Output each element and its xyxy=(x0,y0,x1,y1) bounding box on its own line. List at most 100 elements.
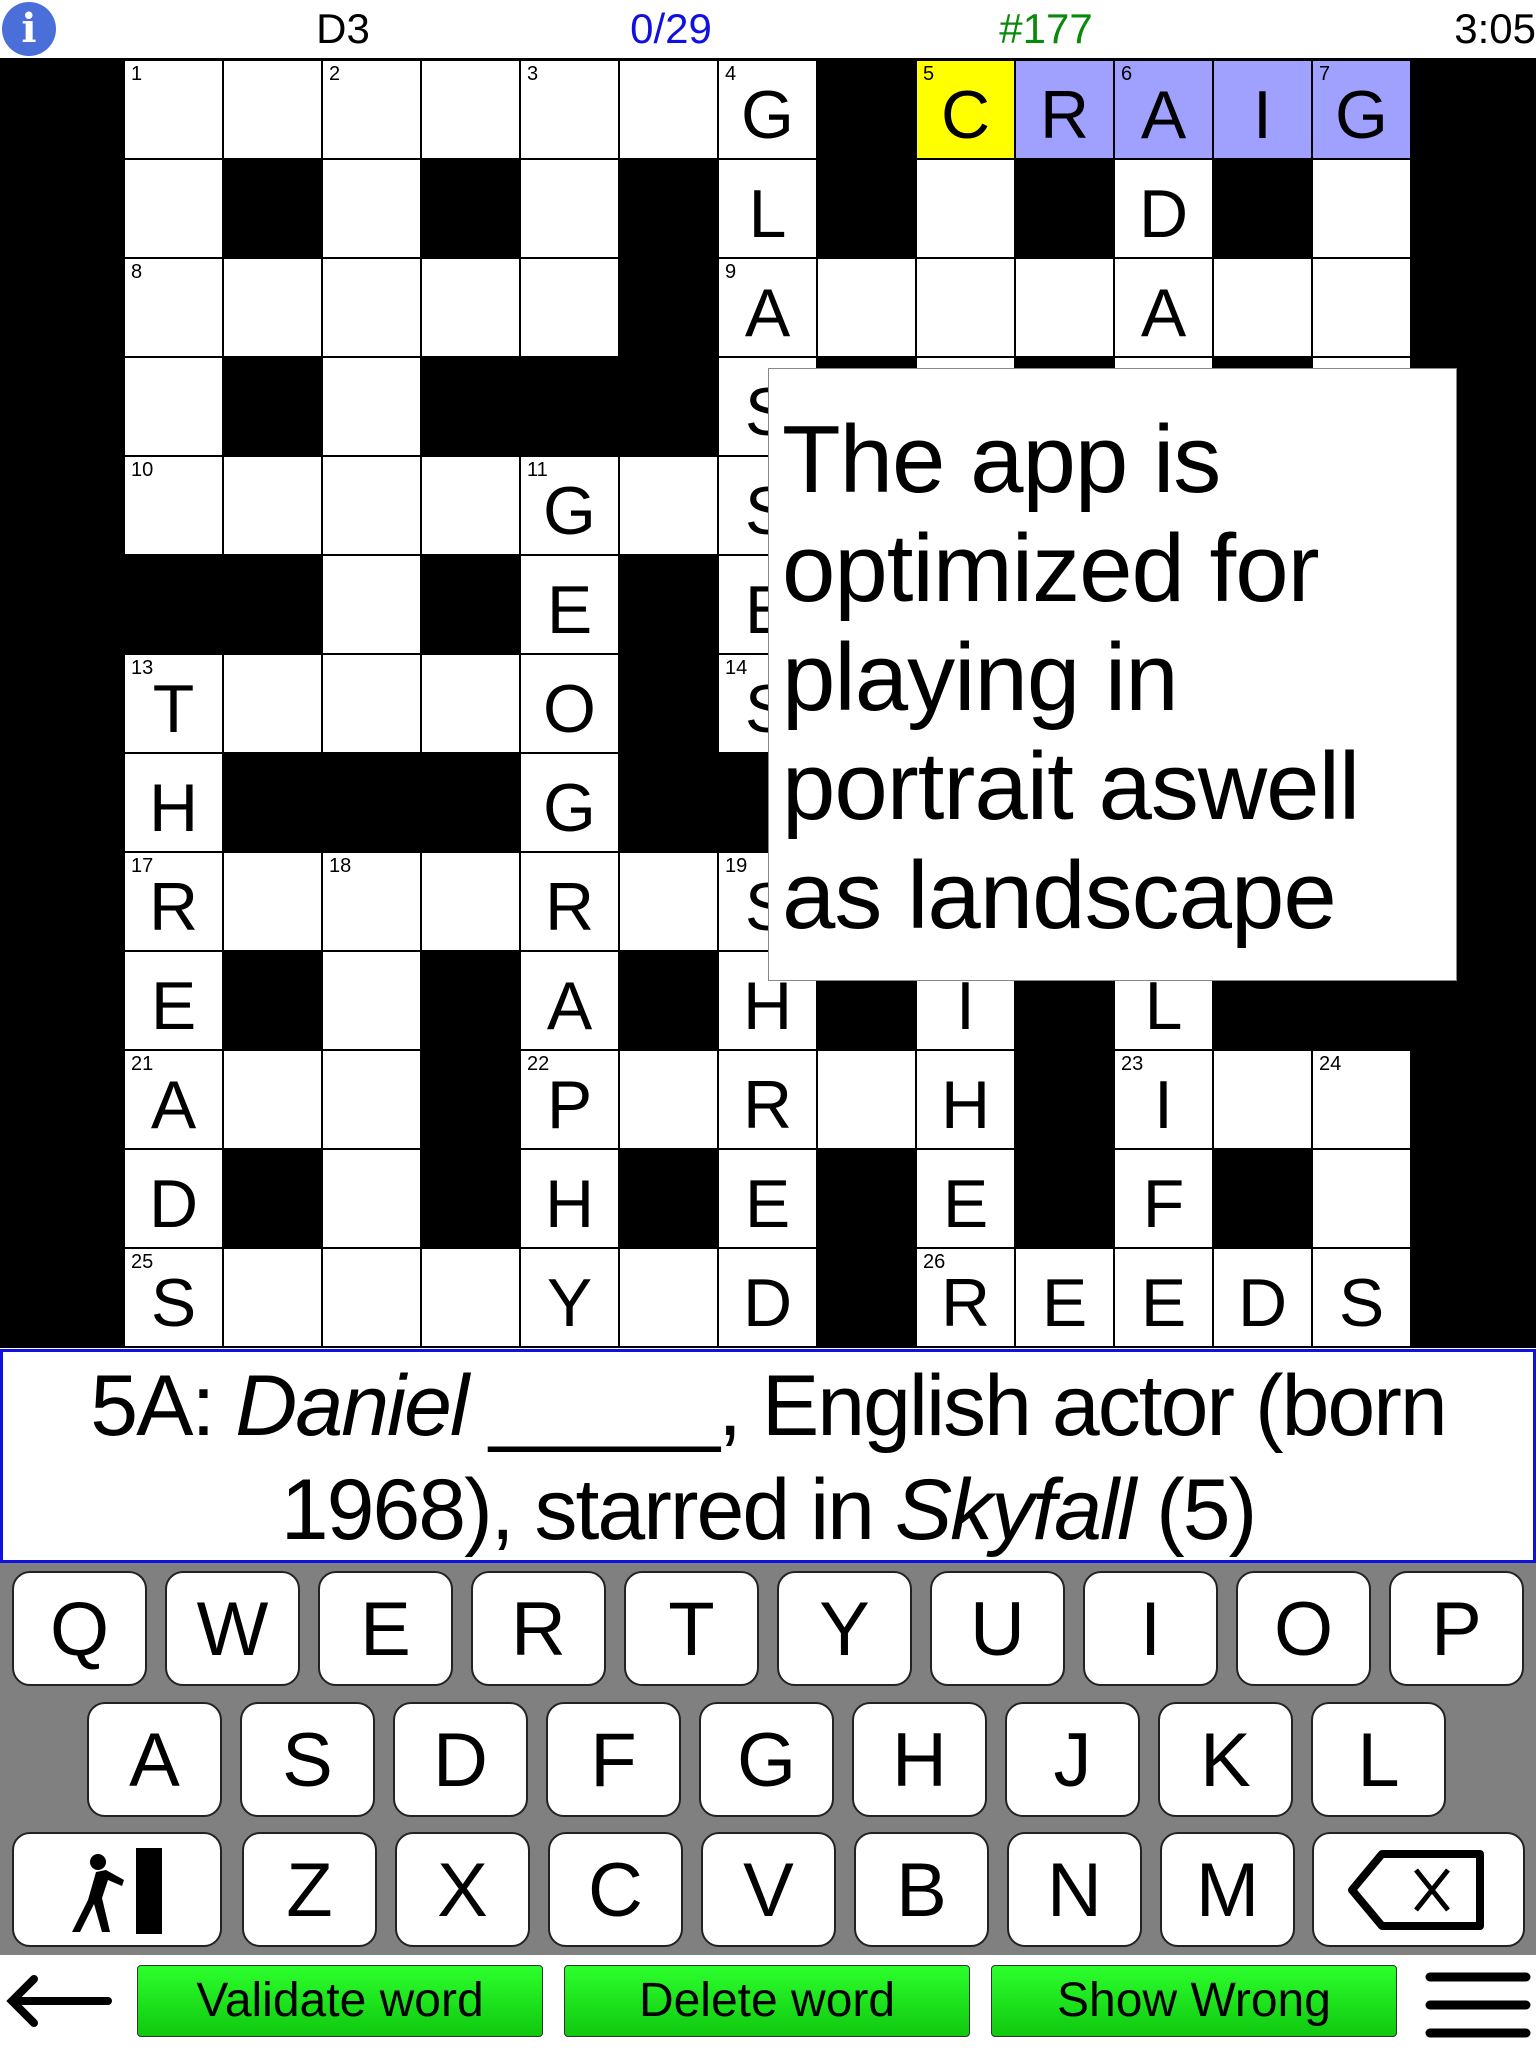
grid-cell[interactable] xyxy=(224,1051,321,1148)
key-o[interactable]: O xyxy=(1236,1571,1371,1686)
key-s[interactable]: S xyxy=(240,1702,375,1817)
grid-cell[interactable]: D xyxy=(1115,160,1212,257)
grid-cell[interactable]: 6A xyxy=(1115,61,1212,158)
key-c[interactable]: C xyxy=(548,1832,683,1947)
grid-cell[interactable]: E xyxy=(917,1150,1014,1247)
grid-cell[interactable] xyxy=(323,259,420,356)
key-d[interactable]: D xyxy=(393,1702,528,1817)
grid-cell[interactable]: D xyxy=(719,1249,816,1346)
grid-cell[interactable] xyxy=(620,61,717,158)
grid-cell[interactable] xyxy=(323,457,420,554)
key-h[interactable]: H xyxy=(852,1702,987,1817)
grid-cell[interactable] xyxy=(224,655,321,752)
grid-cell[interactable]: R xyxy=(521,853,618,950)
key-r[interactable]: R xyxy=(471,1571,606,1686)
key-v[interactable]: V xyxy=(701,1832,836,1947)
key-w[interactable]: W xyxy=(165,1571,300,1686)
grid-cell[interactable] xyxy=(917,160,1014,257)
key-m[interactable]: M xyxy=(1160,1832,1295,1947)
grid-cell[interactable] xyxy=(323,655,420,752)
grid-cell[interactable]: 24 xyxy=(1313,1051,1410,1148)
grid-cell[interactable] xyxy=(323,160,420,257)
key-b[interactable]: B xyxy=(854,1832,989,1947)
grid-cell[interactable] xyxy=(521,259,618,356)
grid-cell[interactable]: D xyxy=(1214,1249,1311,1346)
key-x[interactable]: X xyxy=(395,1832,530,1947)
grid-cell[interactable] xyxy=(1016,259,1113,356)
grid-cell[interactable] xyxy=(224,457,321,554)
grid-cell[interactable]: L xyxy=(719,160,816,257)
key-p[interactable]: P xyxy=(1389,1571,1524,1686)
grid-cell[interactable] xyxy=(1313,259,1410,356)
grid-cell[interactable]: 18 xyxy=(323,853,420,950)
grid-cell[interactable]: O xyxy=(521,655,618,752)
back-arrow-icon[interactable] xyxy=(4,1971,114,2031)
grid-cell[interactable] xyxy=(323,1249,420,1346)
key-j[interactable]: J xyxy=(1005,1702,1140,1817)
key-t[interactable]: T xyxy=(624,1571,759,1686)
grid-cell[interactable] xyxy=(422,655,519,752)
grid-cell[interactable] xyxy=(818,1051,915,1148)
grid-cell[interactable] xyxy=(1313,1150,1410,1247)
grid-cell[interactable]: A xyxy=(1115,259,1212,356)
grid-cell[interactable] xyxy=(125,160,222,257)
key-f[interactable]: F xyxy=(546,1702,681,1817)
validate-word-button[interactable]: Validate word xyxy=(137,1965,543,2037)
grid-cell[interactable] xyxy=(422,61,519,158)
grid-cell[interactable] xyxy=(620,1249,717,1346)
grid-cell[interactable] xyxy=(818,259,915,356)
grid-cell[interactable] xyxy=(521,160,618,257)
grid-cell[interactable]: 11 G xyxy=(521,457,618,554)
grid-cell[interactable] xyxy=(323,358,420,455)
grid-cell[interactable]: 4G xyxy=(719,61,816,158)
grid-cell[interactable]: R xyxy=(1016,61,1113,158)
key-l[interactable]: L xyxy=(1311,1702,1446,1817)
key-g[interactable]: G xyxy=(699,1702,834,1817)
key-n[interactable]: N xyxy=(1007,1832,1142,1947)
grid-cell[interactable] xyxy=(422,1249,519,1346)
grid-cell[interactable]: S xyxy=(1313,1249,1410,1346)
grid-cell[interactable] xyxy=(323,556,420,653)
grid-cell[interactable] xyxy=(620,853,717,950)
key-z[interactable]: Z xyxy=(242,1832,377,1947)
key-k[interactable]: K xyxy=(1158,1702,1293,1817)
grid-cell[interactable] xyxy=(1214,1051,1311,1148)
grid-cell[interactable]: I xyxy=(1214,61,1311,158)
grid-cell[interactable] xyxy=(323,952,420,1049)
grid-cell[interactable]: 1 xyxy=(125,61,222,158)
grid-cell[interactable] xyxy=(323,1051,420,1148)
grid-cell[interactable]: A xyxy=(521,952,618,1049)
grid-cell[interactable]: H xyxy=(521,1150,618,1247)
grid-cell[interactable] xyxy=(620,457,717,554)
grid-cell[interactable]: E xyxy=(521,556,618,653)
hamburger-menu-icon[interactable] xyxy=(1424,1969,1532,2039)
grid-cell[interactable]: Y xyxy=(521,1249,618,1346)
grid-cell[interactable]: 26 R xyxy=(917,1249,1014,1346)
grid-cell[interactable] xyxy=(224,259,321,356)
grid-cell[interactable] xyxy=(422,457,519,554)
grid-cell[interactable]: 5C xyxy=(917,61,1014,158)
grid-cell[interactable]: 25 S xyxy=(125,1249,222,1346)
grid-cell[interactable]: 17 R xyxy=(125,853,222,950)
grid-cell[interactable]: E xyxy=(1016,1249,1113,1346)
grid-cell[interactable] xyxy=(1313,160,1410,257)
grid-cell[interactable]: E xyxy=(1115,1249,1212,1346)
exit-key[interactable] xyxy=(12,1832,222,1947)
grid-cell[interactable] xyxy=(422,259,519,356)
grid-cell[interactable] xyxy=(224,61,321,158)
grid-cell[interactable] xyxy=(620,1051,717,1148)
grid-cell[interactable] xyxy=(917,259,1014,356)
grid-cell[interactable]: H xyxy=(917,1051,1014,1148)
grid-cell[interactable]: 8 xyxy=(125,259,222,356)
key-i[interactable]: I xyxy=(1083,1571,1218,1686)
grid-cell[interactable]: H xyxy=(125,754,222,851)
key-e[interactable]: E xyxy=(318,1571,453,1686)
grid-cell[interactable]: F xyxy=(1115,1150,1212,1247)
grid-cell[interactable]: 21 A xyxy=(125,1051,222,1148)
grid-cell[interactable]: 22 P xyxy=(521,1051,618,1148)
grid-cell[interactable]: D xyxy=(125,1150,222,1247)
grid-cell[interactable]: 23 I xyxy=(1115,1051,1212,1148)
show-wrong-button[interactable]: Show Wrong xyxy=(991,1965,1397,2037)
grid-cell[interactable] xyxy=(125,358,222,455)
grid-cell[interactable] xyxy=(422,853,519,950)
